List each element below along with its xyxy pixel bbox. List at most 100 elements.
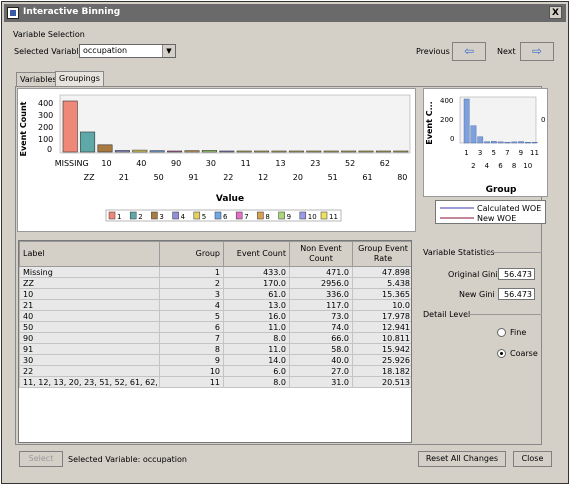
arrow-right-icon: ⇨ xyxy=(531,44,543,58)
group-bar-8[interactable] xyxy=(511,141,518,144)
group-bar-2[interactable] xyxy=(470,125,477,144)
table-row[interactable]: 22 10 6.0 27.0 18.182 xyxy=(19,365,411,377)
group-chart: Event C... 400 200 0 0 Group 1 3 5 7 9 11 2 4 6 8… xyxy=(425,96,545,195)
table-cell: 11.0 xyxy=(223,343,290,355)
bar-90[interactable] xyxy=(167,150,183,153)
close-button[interactable]: Close xyxy=(513,451,552,467)
x-tick: 51 xyxy=(328,173,338,182)
next-button[interactable]: ⇨ xyxy=(520,42,554,61)
table-cell: 18.182 xyxy=(352,365,411,377)
close-window-button[interactable]: X xyxy=(549,6,562,19)
table-cell: 12.941 xyxy=(352,321,411,333)
reset-all-changes-button[interactable]: Reset All Changes xyxy=(418,451,506,467)
legend-label: 10 xyxy=(308,213,317,221)
legend-swatch xyxy=(193,211,201,220)
table-header-row: Label Group Event Count Non Event Count … xyxy=(19,241,411,267)
groupings-table[interactable]: Label Group Event Count Non Event Count … xyxy=(18,240,412,443)
column-header-group[interactable]: Group xyxy=(159,241,224,267)
legend-swatch xyxy=(235,211,243,220)
coarse-radio[interactable] xyxy=(497,349,506,358)
bar-51[interactable] xyxy=(323,150,339,153)
bar-91[interactable] xyxy=(184,150,200,153)
variable-statistics-heading: Variable Statistics xyxy=(423,248,495,257)
table-row[interactable]: 91 8 11.0 58.0 15.942 xyxy=(19,343,411,355)
table-cell: 47.898 xyxy=(352,266,411,278)
table-row[interactable]: 90 7 8.0 66.0 10.811 xyxy=(19,332,411,344)
bar-52[interactable] xyxy=(341,150,357,153)
previous-button[interactable]: ⇦ xyxy=(452,42,486,61)
table-cell: 3 xyxy=(159,288,224,300)
group-bar-4[interactable] xyxy=(484,141,490,144)
chevron-down-icon[interactable]: ▼ xyxy=(162,45,175,57)
bar-11[interactable] xyxy=(236,150,252,153)
mini-x-tick: 3 xyxy=(478,149,482,157)
mini-x-tick: 11 xyxy=(530,149,539,157)
bar-61[interactable] xyxy=(358,150,374,153)
table-row[interactable]: 40 5 16.0 73.0 17.978 xyxy=(19,310,411,322)
table-cell: 13.0 xyxy=(223,299,290,311)
y-axis-label: Event Count xyxy=(19,101,28,156)
column-header-event-count[interactable]: Event Count xyxy=(223,241,290,267)
x-tick: 23 xyxy=(310,159,320,168)
bar-50[interactable] xyxy=(149,150,165,153)
column-header-label[interactable]: Label xyxy=(19,241,160,267)
bar-MISSING[interactable] xyxy=(62,100,78,153)
bar-30[interactable] xyxy=(201,150,217,153)
bar-40[interactable] xyxy=(132,149,148,153)
x-tick: 20 xyxy=(293,173,303,182)
group-bar-3[interactable] xyxy=(477,136,484,144)
table-cell: 40.0 xyxy=(289,354,353,366)
fine-radio[interactable] xyxy=(497,328,506,337)
mini-x-axis-label: Group xyxy=(486,185,517,195)
table-row[interactable]: 10 3 61.0 336.0 15.365 xyxy=(19,288,411,300)
table-row[interactable]: 11, 12, 13, 20, 23, 51, 52, 61, 62, 80 11… xyxy=(19,376,411,388)
group-bar-1[interactable] xyxy=(463,98,470,144)
bar-80[interactable] xyxy=(393,150,409,153)
bar-12[interactable] xyxy=(254,150,270,153)
table-row[interactable]: 21 4 13.0 117.0 10.0 xyxy=(19,299,411,311)
table-row[interactable]: 50 6 11.0 74.0 12.941 xyxy=(19,321,411,333)
column-header-group-event-rate[interactable]: Group Event Rate xyxy=(352,241,411,267)
table-cell: 25.926 xyxy=(352,354,411,366)
bar-13[interactable] xyxy=(271,150,287,153)
table-row[interactable]: Missing 1 433.0 471.0 47.898 xyxy=(19,266,411,278)
x-tick: 91 xyxy=(188,173,198,182)
column-header-non-event-count[interactable]: Non Event Count xyxy=(289,241,353,267)
mini-x-tick: 4 xyxy=(485,162,490,170)
legend-swatch xyxy=(151,211,158,220)
legend-swatch xyxy=(257,211,264,220)
woe-legend-svg: Calculated WOE New WOE xyxy=(440,204,541,223)
legend-swatch xyxy=(172,211,179,220)
group-bar-10[interactable] xyxy=(524,142,531,144)
mini-x-tick: 1 xyxy=(464,149,468,157)
table-cell: 6.0 xyxy=(223,365,290,377)
group-bar-11[interactable] xyxy=(531,141,538,144)
y-tick: 100 xyxy=(38,135,53,144)
table-row[interactable]: 30 9 14.0 40.0 25.926 xyxy=(19,354,411,366)
bar-23[interactable] xyxy=(306,150,322,153)
fine-label[interactable]: Fine xyxy=(510,328,526,337)
select-button[interactable]: Select xyxy=(19,451,63,467)
coarse-label[interactable]: Coarse xyxy=(510,349,538,358)
table-row[interactable]: ZZ 2 170.0 2956.0 5.438 xyxy=(19,277,411,289)
group-bar-6[interactable] xyxy=(497,141,504,144)
bar-22[interactable] xyxy=(219,150,235,153)
group-bar-5[interactable] xyxy=(490,141,497,144)
selected-variable-dropdown[interactable]: occupation ▼ xyxy=(79,44,176,58)
table-cell: 433.0 xyxy=(223,266,290,278)
bar-10[interactable] xyxy=(97,144,113,153)
original-gini-value: 56.473 xyxy=(498,268,535,280)
tab-variables[interactable]: Variables xyxy=(16,72,61,86)
group-bar-9[interactable] xyxy=(518,141,524,144)
calculated-woe-label: Calculated WOE xyxy=(477,204,541,213)
tab-groupings[interactable]: Groupings xyxy=(55,71,104,86)
legend-label: 2 xyxy=(138,213,142,221)
table-cell: 61.0 xyxy=(223,288,290,300)
legend-label: 11 xyxy=(329,213,338,221)
bar-20[interactable] xyxy=(288,150,304,153)
bar-ZZ[interactable] xyxy=(80,131,96,153)
bar-62[interactable] xyxy=(375,150,391,153)
table-cell: 170.0 xyxy=(223,277,290,289)
group-bar-7[interactable] xyxy=(504,141,511,144)
bar-21[interactable] xyxy=(114,150,130,153)
